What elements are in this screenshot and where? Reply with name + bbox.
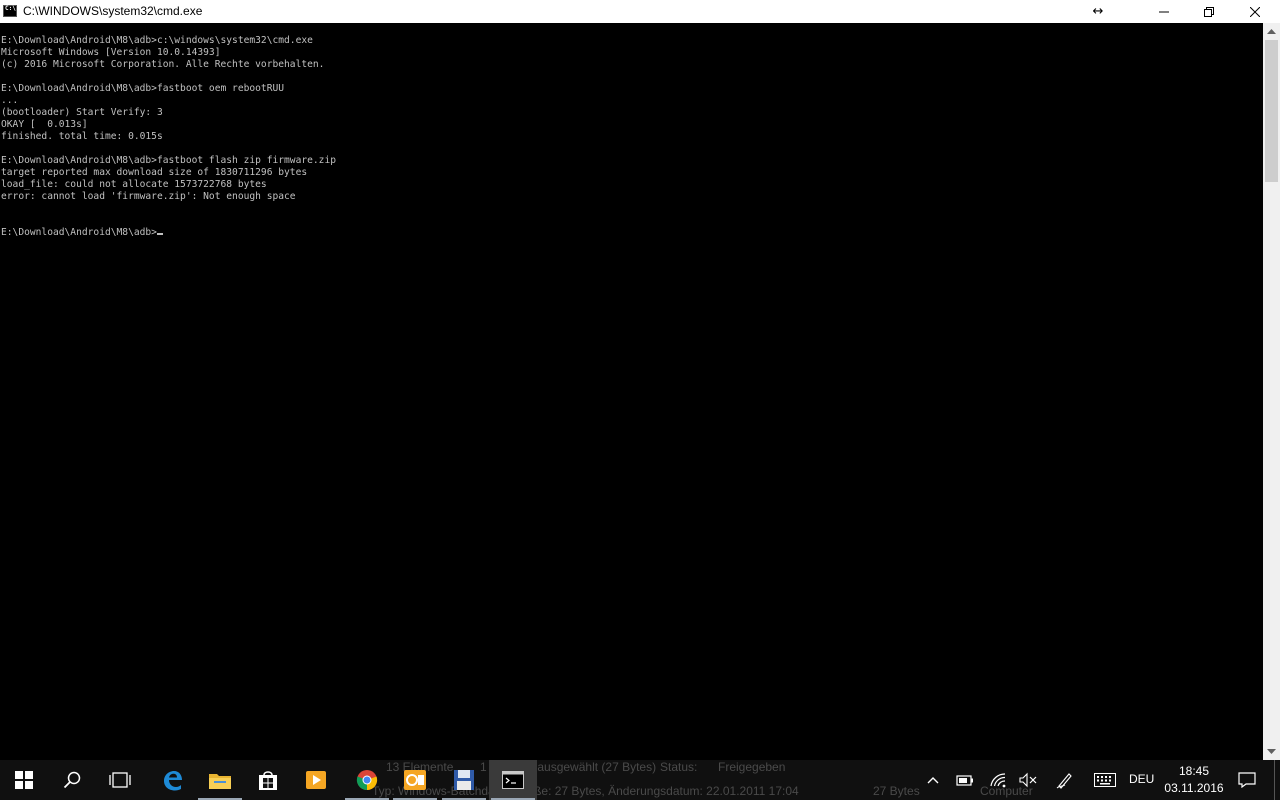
search-icon <box>63 771 81 789</box>
console-line: OKAY [ 0.013s] <box>1 119 88 130</box>
show-desktop-button[interactable] <box>1274 760 1280 800</box>
battery-plug-icon <box>956 775 973 786</box>
cmd-app-icon[interactable] <box>3 5 17 17</box>
taskbar-save-app[interactable] <box>440 760 488 800</box>
cmd-icon <box>502 771 524 789</box>
window-title: C:\WINDOWS\system32\cmd.exe <box>23 4 203 18</box>
input-language[interactable]: DEU <box>1129 772 1154 786</box>
chevron-up-icon <box>1267 29 1276 34</box>
ghost-size: 27 Bytes <box>873 784 920 798</box>
tray-network[interactable] <box>988 770 1008 790</box>
taskbar-edge[interactable] <box>148 760 196 800</box>
title-bar[interactable]: C:\WINDOWS\system32\cmd.exe ↔ <box>0 0 1280 23</box>
minimize-icon <box>1159 11 1169 12</box>
console-line: E:\Download\Android\M8\adb>fastboot flas… <box>1 155 337 166</box>
console-line: (c) 2016 Microsoft Corporation. Alle Rec… <box>1 59 325 70</box>
chevron-up-icon <box>927 777 939 784</box>
console-lines: E:\Download\Android\M8\adb>c:\windows\sy… <box>1 35 336 239</box>
taskbar-chrome[interactable] <box>343 760 391 800</box>
restore-icon <box>1204 6 1214 17</box>
tray-keyboard[interactable] <box>1093 770 1117 790</box>
minimize-button[interactable] <box>1141 0 1187 23</box>
console-line: error: cannot load 'firmware.zip': Not e… <box>1 191 296 202</box>
console-line: Microsoft Windows [Version 10.0.14393] <box>1 47 221 58</box>
console-line: target reported max download size of 183… <box>1 167 308 178</box>
console-prompt: E:\Download\Android\M8\adb> <box>1 227 157 238</box>
scroll-thumb[interactable] <box>1265 40 1278 182</box>
taskbar: 13 Elemente 1 Element ausgewählt (27 Byt… <box>0 760 1280 800</box>
chrome-icon <box>356 770 378 791</box>
console-output[interactable]: E:\Download\Android\M8\adb>c:\windows\sy… <box>0 23 1263 760</box>
resize-icon: ↔ <box>1092 4 1104 19</box>
tray-overflow-button[interactable] <box>923 770 943 790</box>
console-line: (bootloader) Start Verify: 3 <box>1 107 163 118</box>
folder-icon <box>209 774 231 789</box>
notification-icon <box>1238 772 1256 788</box>
vertical-scrollbar[interactable] <box>1263 23 1280 760</box>
taskbar-media-player[interactable] <box>292 760 340 800</box>
taskbar-file-explorer[interactable] <box>196 760 244 800</box>
text-cursor <box>156 233 163 235</box>
tray-pen[interactable] <box>1055 770 1075 790</box>
console-line: ... <box>1 95 19 106</box>
wifi-icon <box>990 773 1006 788</box>
console-line: finished. total time: 0.015s <box>1 131 163 142</box>
scroll-up-button[interactable] <box>1263 23 1280 40</box>
tray-volume[interactable] <box>1018 770 1038 790</box>
console-line: E:\Download\Android\M8\adb>fastboot oem … <box>1 83 285 94</box>
close-button[interactable] <box>1232 0 1278 23</box>
floppy-icon <box>454 770 474 790</box>
chevron-down-icon <box>1267 749 1276 754</box>
ghost-shared: Freigegeben <box>718 760 786 774</box>
close-icon <box>1250 6 1260 17</box>
taskbar-outlook[interactable] <box>391 760 439 800</box>
clock-time[interactable]: 18:45 <box>1166 764 1222 778</box>
volume-muted-icon <box>1019 772 1037 788</box>
edge-icon <box>164 771 182 791</box>
console-line: E:\Download\Android\M8\adb>c:\windows\sy… <box>1 35 313 46</box>
restore-button[interactable] <box>1186 0 1232 23</box>
pen-icon <box>1056 773 1072 789</box>
console-line: load_file: could not allocate 1573722768… <box>1 179 267 190</box>
task-view-icon <box>109 772 131 788</box>
task-view-button[interactable] <box>96 760 144 800</box>
search-button[interactable] <box>48 760 96 800</box>
tray-battery[interactable] <box>955 770 975 790</box>
windows-start-icon <box>15 771 33 789</box>
scroll-down-button[interactable] <box>1263 743 1280 760</box>
keyboard-icon <box>1094 773 1116 787</box>
action-center-button[interactable] <box>1234 768 1260 792</box>
console-prompt-line[interactable]: E:\Download\Android\M8\adb> <box>1 227 336 239</box>
store-icon <box>259 771 277 790</box>
clock-date[interactable]: 03.11.2016 <box>1162 781 1226 795</box>
ghost-status: Status: <box>660 760 698 774</box>
outlook-icon <box>404 770 426 790</box>
start-button[interactable] <box>0 760 48 800</box>
taskbar-store[interactable] <box>244 760 292 800</box>
taskbar-cmd[interactable] <box>489 760 537 800</box>
media-player-icon <box>306 771 326 789</box>
